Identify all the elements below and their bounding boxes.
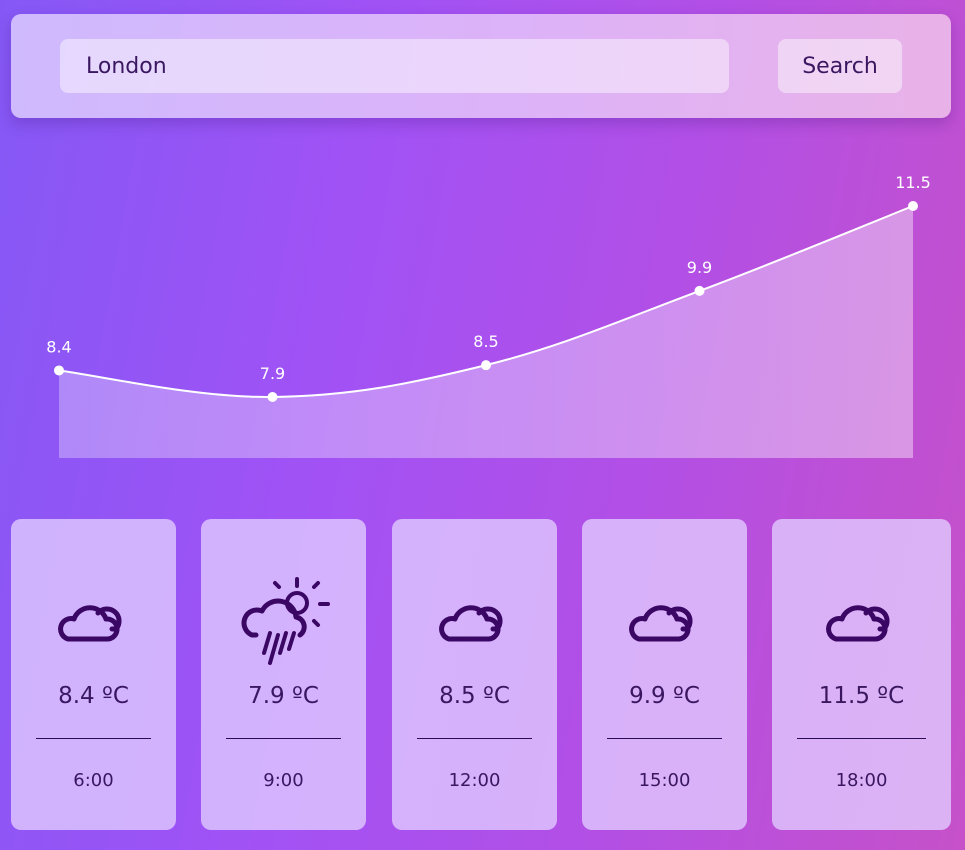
forecast-temperature: 11.5 ºC: [818, 683, 905, 709]
forecast-temperature: 8.5 ºC: [439, 683, 510, 709]
cloudy-icon: [392, 571, 557, 671]
cloudy-icon: [582, 571, 747, 671]
forecast-temperature: 7.9 ºC: [248, 683, 319, 709]
chart-data-label: 11.5: [895, 173, 931, 192]
card-divider: [36, 738, 151, 739]
chart-point: [267, 391, 278, 402]
forecast-card: 8.4 ºC 6:00: [11, 519, 176, 830]
chart-point: [908, 201, 918, 211]
temperature-chart: 8.4 7.9 8.5 9.9 11.5: [46, 173, 931, 458]
forecast-time: 12:00: [448, 770, 501, 791]
card-divider: [226, 738, 341, 739]
card-divider: [607, 738, 722, 739]
forecast-card: 7.9 ºC 9:00: [201, 519, 366, 830]
forecast-card: 11.5 ºC 18:00: [772, 519, 951, 830]
card-divider: [417, 738, 532, 739]
card-divider: [797, 738, 926, 739]
forecast-card: 9.9 ºC 15:00: [582, 519, 747, 830]
cloudy-icon: [772, 571, 951, 671]
cloudy-icon: [11, 571, 176, 671]
forecast-temperature: 8.4 ºC: [58, 683, 129, 709]
search-panel: Search: [11, 14, 951, 118]
chart-point: [694, 285, 705, 296]
forecast-time: 9:00: [263, 770, 304, 791]
search-button[interactable]: Search: [778, 39, 902, 93]
chart-data-label: 9.9: [687, 258, 712, 277]
forecast-time: 15:00: [638, 770, 691, 791]
city-search-input[interactable]: [60, 39, 729, 93]
forecast-card: 8.5 ºC 12:00: [392, 519, 557, 830]
sun-rain-icon: [201, 571, 366, 671]
chart-point: [54, 365, 64, 376]
chart-data-label: 7.9: [260, 364, 285, 383]
chart-data-label: 8.4: [46, 337, 71, 356]
chart-data-label: 8.5: [473, 332, 498, 351]
forecast-time: 18:00: [835, 770, 888, 791]
forecast-temperature: 9.9 ºC: [629, 683, 700, 709]
forecast-time: 6:00: [73, 770, 114, 791]
chart-point: [481, 360, 491, 371]
